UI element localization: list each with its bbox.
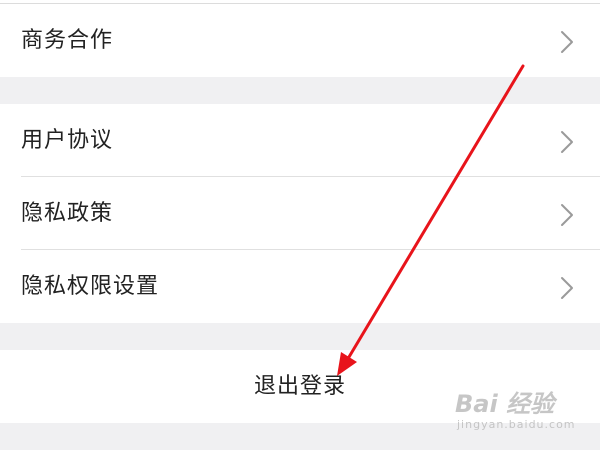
chevron-right-icon bbox=[561, 131, 573, 153]
menu-item-label: 隐私政策 bbox=[21, 201, 114, 226]
watermark-logo-text: Bai 经验 bbox=[455, 390, 555, 418]
menu-item-business-cooperation[interactable]: 商务合作 bbox=[0, 4, 600, 77]
menu-item-label: 隐私权限设置 bbox=[21, 274, 160, 299]
chevron-right-icon bbox=[561, 277, 573, 299]
menu-group-top: 商务合作 bbox=[0, 0, 600, 77]
menu-item-privacy-policy[interactable]: 隐私政策 bbox=[0, 177, 600, 250]
menu-item-user-agreement[interactable]: 用户协议 bbox=[0, 104, 600, 177]
menu-item-label: 商务合作 bbox=[21, 28, 114, 53]
menu-group-policies: 用户协议 隐私政策 隐私权限设置 bbox=[0, 104, 600, 323]
menu-item-label: 用户协议 bbox=[21, 128, 114, 153]
menu-item-privacy-permission-settings[interactable]: 隐私权限设置 bbox=[0, 250, 600, 323]
watermark-url-text: jingyan.baidu.com bbox=[457, 418, 576, 431]
chevron-right-icon bbox=[561, 31, 573, 53]
chevron-right-icon bbox=[561, 204, 573, 226]
settings-screen: 商务合作 用户协议 隐私政策 隐私权限设置 退出登录 Bai 经验 jingya… bbox=[0, 0, 600, 450]
baidu-jingyan-watermark: Bai 经验 jingyan.baidu.com bbox=[455, 384, 585, 436]
